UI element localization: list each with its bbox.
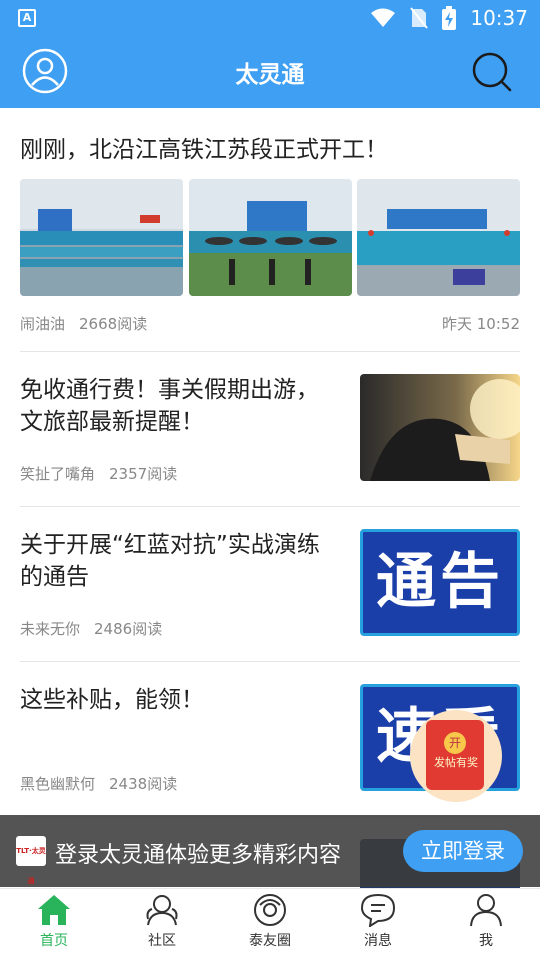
page-title: 太灵通: [235, 62, 305, 88]
tab-messages[interactable]: 消息: [338, 893, 418, 957]
news-reads: 2486阅读: [94, 620, 163, 638]
battery-charging-icon: [442, 6, 457, 30]
news-meta: 未来无你 2486阅读: [20, 618, 162, 639]
tab-home[interactable]: 首页: [14, 893, 94, 957]
news-title: 这些补贴，能领！: [20, 687, 204, 713]
login-prompt: 登录太灵通体验更多精彩内容: [55, 843, 342, 868]
news-thumbnail: [20, 179, 183, 296]
news-meta: 黑色幽默何 2438阅读: [20, 773, 177, 794]
news-item[interactable]: 关于开展“红蓝对抗”实战演练的通告 未来无你 2486阅读 通告: [20, 507, 520, 662]
red-packet-label: 发帖有奖: [434, 756, 478, 769]
news-reads: 2357阅读: [109, 465, 178, 483]
tab-profile[interactable]: 我: [446, 893, 526, 957]
news-meta: 笑扯了嘴角 2357阅读: [20, 463, 177, 484]
bottom-nav: 首页 社区 泰友圈 消息 我: [0, 888, 540, 960]
notice-image: 通告: [360, 529, 520, 636]
wifi-icon: [371, 8, 396, 27]
login-button[interactable]: 立即登录: [403, 830, 523, 872]
news-item[interactable]: 刚刚，北沿江高铁江苏段正式开工！ 闹油油 2668阅读 昨天 10:52: [20, 108, 520, 352]
circle-icon: [254, 894, 286, 926]
app-notification-icon: A: [18, 9, 36, 27]
home-icon: [38, 895, 70, 925]
app-header: 太灵通: [0, 36, 540, 108]
news-title: 关于开展“红蓝对抗”实战演练的通告: [20, 532, 320, 590]
news-author: 笑扯了嘴角: [20, 465, 96, 483]
tab-community[interactable]: 社区: [122, 893, 202, 957]
news-item[interactable]: 免收通行费！事关假期出游，文旅部最新提醒！ 笑扯了嘴角 2357阅读: [20, 352, 520, 507]
status-icons: 10:37: [370, 4, 528, 32]
news-thumbnails: [20, 179, 520, 296]
community-icon: [146, 895, 178, 926]
news-thumbnail: [189, 179, 352, 296]
news-thumbnail: [357, 179, 520, 296]
search-icon[interactable]: [470, 50, 514, 94]
news-thumbnail: [360, 374, 520, 481]
news-time: 昨天 10:52: [442, 315, 520, 333]
news-author: 黑色幽默何: [20, 775, 96, 793]
tab-label: 泰友圈: [249, 933, 291, 949]
message-icon: [360, 893, 396, 927]
rp-coin: 开: [444, 732, 466, 754]
news-reads: 2438阅读: [109, 775, 178, 793]
news-title: 免收通行费！事关假期出游，文旅部最新提醒！: [20, 377, 319, 435]
login-banner: TLT·太灵通 登录太灵通体验更多精彩内容 立即登录: [0, 815, 540, 887]
tab-label: 首页: [40, 933, 68, 949]
tab-label: 我: [479, 933, 493, 949]
profile-icon: [470, 894, 502, 927]
no-sim-icon: [410, 7, 429, 29]
tab-label: 社区: [148, 933, 176, 949]
news-reads: 2668阅读: [79, 315, 148, 333]
news-author: 闹油油: [20, 315, 66, 333]
news-meta: 闹油油 2668阅读 昨天 10:52: [20, 313, 520, 334]
tab-circle[interactable]: 泰友圈: [230, 893, 310, 957]
news-title: 刚刚，北沿江高铁江苏段正式开工！: [20, 137, 388, 163]
status-time: 10:37: [470, 6, 528, 30]
app-logo: TLT·太灵通: [16, 836, 46, 885]
red-packet-button[interactable]: 开 发帖有奖: [410, 710, 502, 802]
status-bar: A 10:37: [0, 0, 540, 36]
tab-label: 消息: [364, 933, 392, 949]
news-author: 未来无你: [20, 620, 81, 638]
